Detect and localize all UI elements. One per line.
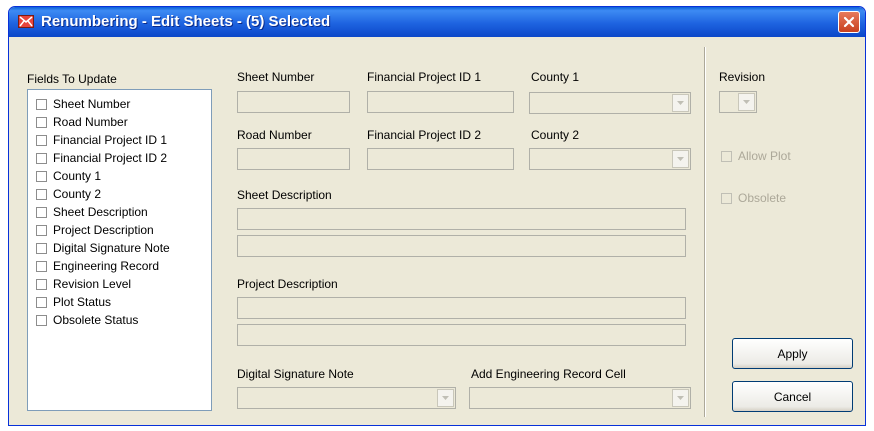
checkbox[interactable] <box>36 152 47 164</box>
apply-button[interactable]: Apply <box>732 338 853 369</box>
list-item-label: Financial Project ID 2 <box>53 151 168 165</box>
obsolete-checkbox[interactable] <box>721 192 732 204</box>
list-item[interactable]: Sheet Number <box>36 95 130 113</box>
list-item-label: Sheet Description <box>53 205 148 219</box>
fields-to-update-label: Fields To Update <box>27 72 117 86</box>
chevron-down-icon[interactable] <box>738 93 755 111</box>
allow-plot-label: Allow Plot <box>738 149 791 163</box>
checkbox[interactable] <box>36 242 47 254</box>
window-title: Renumbering - Edit Sheets - (5) Selected <box>41 13 331 30</box>
list-item[interactable]: Plot Status <box>36 293 111 311</box>
chevron-down-icon[interactable] <box>672 150 689 168</box>
chevron-down-icon[interactable] <box>437 389 454 407</box>
list-item-label: Financial Project ID 1 <box>53 133 168 147</box>
checkbox[interactable] <box>36 134 47 146</box>
cancel-button[interactable]: Cancel <box>732 381 853 412</box>
list-item-label: Road Number <box>53 115 128 129</box>
road-number-field[interactable] <box>237 148 350 170</box>
county-1-dropdown[interactable] <box>529 92 691 114</box>
list-item[interactable]: Financial Project ID 2 <box>36 149 167 167</box>
chevron-down-icon[interactable] <box>672 389 689 407</box>
sheet-number-label: Sheet Number <box>237 70 315 84</box>
list-item[interactable]: Digital Signature Note <box>36 239 170 257</box>
app-icon <box>18 15 34 28</box>
dialog-window: Renumbering - Edit Sheets - (5) Selected… <box>8 6 866 426</box>
list-item[interactable]: Revision Level <box>36 275 131 293</box>
financial-project-id-1-field[interactable] <box>367 91 514 113</box>
revision-label: Revision <box>719 70 766 84</box>
allow-plot-checkbox[interactable] <box>721 150 732 162</box>
financial-project-id-1-label: Financial Project ID 1 <box>367 70 482 84</box>
sheet-number-field[interactable] <box>237 91 350 113</box>
list-item[interactable]: Obsolete Status <box>36 311 138 329</box>
checkbox[interactable] <box>36 278 47 290</box>
list-item-label: Revision Level <box>53 277 132 291</box>
allow-plot-checkbox-row[interactable]: Allow Plot <box>721 149 791 163</box>
project-description-label: Project Description <box>237 277 338 291</box>
county-2-dropdown[interactable] <box>529 148 691 170</box>
digital-signature-note-dropdown[interactable] <box>237 387 456 409</box>
list-item-label: Obsolete Status <box>53 313 139 327</box>
project-description-line-1[interactable] <box>237 297 686 319</box>
close-icon <box>843 16 855 28</box>
list-item[interactable]: Financial Project ID 1 <box>36 131 167 149</box>
vertical-divider <box>704 47 706 417</box>
project-description-line-2[interactable] <box>237 324 686 346</box>
list-item[interactable]: County 2 <box>36 185 101 203</box>
list-item[interactable]: Engineering Record <box>36 257 159 275</box>
obsolete-label: Obsolete <box>738 191 787 205</box>
list-item-label: County 2 <box>53 187 102 201</box>
county-2-label: County 2 <box>531 128 580 142</box>
title-bar[interactable]: Renumbering - Edit Sheets - (5) Selected <box>9 7 865 37</box>
add-engineering-record-cell-label: Add Engineering Record Cell <box>471 367 626 381</box>
road-number-label: Road Number <box>237 128 312 142</box>
obsolete-checkbox-row[interactable]: Obsolete <box>721 191 786 205</box>
engineering-record-cell-dropdown[interactable] <box>469 387 691 409</box>
checkbox[interactable] <box>36 206 47 218</box>
county-1-label: County 1 <box>531 70 580 84</box>
list-item-label: Engineering Record <box>53 259 160 273</box>
checkbox[interactable] <box>36 296 47 308</box>
fields-to-update-list[interactable]: Sheet Number Road Number Financial Proje… <box>27 89 212 411</box>
checkbox[interactable] <box>36 170 47 182</box>
chevron-down-icon[interactable] <box>672 94 689 112</box>
financial-project-id-2-field[interactable] <box>367 148 514 170</box>
checkbox[interactable] <box>36 116 47 128</box>
list-item[interactable]: Sheet Description <box>36 203 148 221</box>
list-item[interactable]: County 1 <box>36 167 101 185</box>
list-item[interactable]: Road Number <box>36 113 128 131</box>
checkbox[interactable] <box>36 224 47 236</box>
list-item-label: Sheet Number <box>53 97 131 111</box>
checkbox[interactable] <box>36 314 47 326</box>
list-item-label: County 1 <box>53 169 102 183</box>
sheet-description-line-1[interactable] <box>237 208 686 230</box>
revision-dropdown[interactable] <box>719 91 757 113</box>
checkbox[interactable] <box>36 188 47 200</box>
checkbox[interactable] <box>36 260 47 272</box>
list-item-label: Plot Status <box>53 295 112 309</box>
digital-signature-note-label: Digital Signature Note <box>237 367 354 381</box>
list-item-label: Project Description <box>53 223 154 237</box>
sheet-description-line-2[interactable] <box>237 235 686 257</box>
list-item-label: Digital Signature Note <box>53 241 170 255</box>
list-item[interactable]: Project Description <box>36 221 154 239</box>
sheet-description-label: Sheet Description <box>237 188 332 202</box>
checkbox[interactable] <box>36 98 47 110</box>
financial-project-id-2-label: Financial Project ID 2 <box>367 128 482 142</box>
close-button[interactable] <box>838 11 860 33</box>
